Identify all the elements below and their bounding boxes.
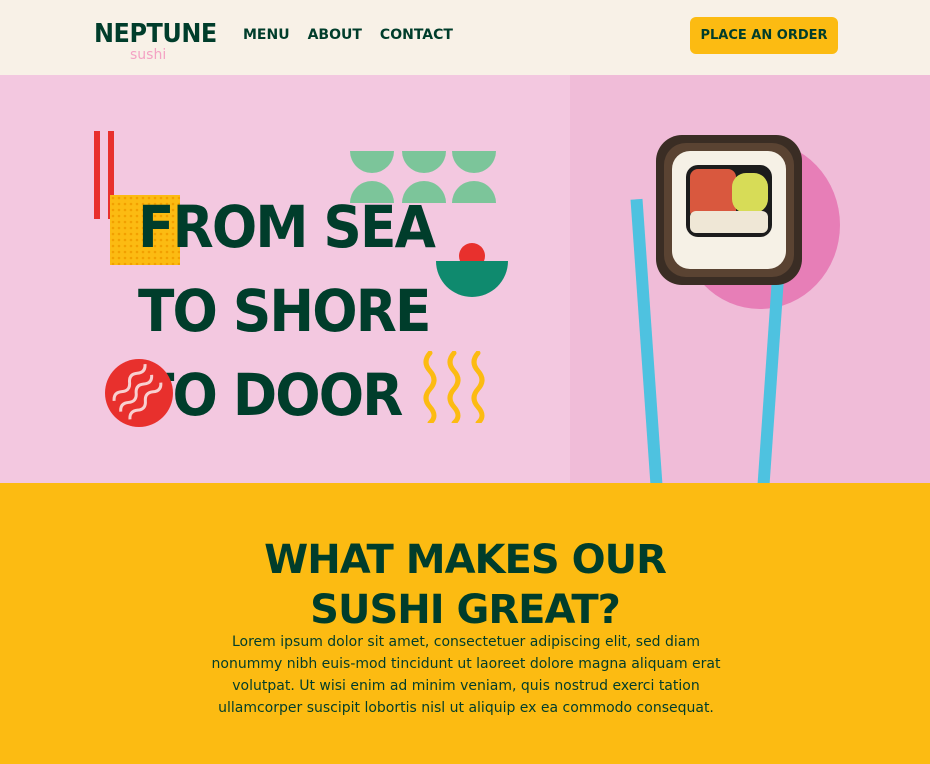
site-header: NEPTUNE sushi MENU ABOUT CONTACT PLACE A… <box>0 0 930 75</box>
hero-line: TO DOOR <box>138 361 403 429</box>
logo-subtitle: sushi <box>130 47 167 63</box>
main-nav: MENU ABOUT CONTACT <box>243 26 453 44</box>
neptune-logo[interactable]: NEPTUNE sushi <box>94 19 217 67</box>
section-heading-line: SUSHI GREAT? <box>310 587 621 633</box>
section-paragraph: Lorem ipsum dolor sit amet, consectetuer… <box>211 634 721 716</box>
hero-headline: FROM SEA TO SHORE TO DOOR <box>138 185 451 437</box>
section-heading: WHAT MAKES OUR SUSHI GREAT? <box>165 535 765 635</box>
logo-wordmark: NEPTUNE <box>94 19 217 49</box>
nav-link-menu[interactable]: MENU <box>243 26 290 44</box>
hero-banner: FROM SEA TO SHORE TO DOOR <box>0 75 930 483</box>
hero-line: TO SHORE <box>138 277 431 345</box>
hero-line: FROM SEA <box>138 193 436 261</box>
nav-link-contact[interactable]: CONTACT <box>380 26 453 44</box>
nav-link-about[interactable]: ABOUT <box>308 26 362 44</box>
features-section: WHAT MAKES OUR SUSHI GREAT? Lorem ipsum … <box>0 483 930 764</box>
section-heading-line: WHAT MAKES OUR <box>264 537 667 583</box>
sushi-chopsticks-image <box>630 135 840 483</box>
squiggle-decoration <box>423 351 485 423</box>
place-order-button[interactable]: PLACE AN ORDER <box>690 17 838 54</box>
wave-circle-decoration <box>105 359 173 427</box>
